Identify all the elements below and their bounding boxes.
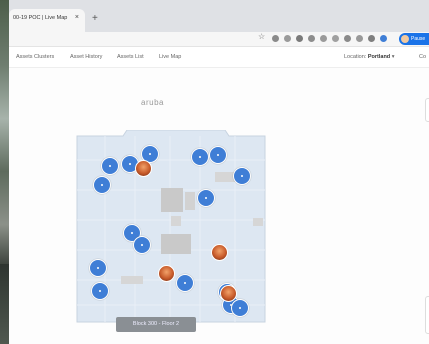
extension-icon[interactable] [332,35,339,42]
asset-marker[interactable] [101,157,119,175]
asset-marker[interactable] [133,236,151,254]
nav-assets-clusters[interactable]: Assets Clusters [16,54,54,60]
person-marker[interactable] [134,159,152,177]
tab-bar: 00-19 POC | Live Map × + [9,0,429,32]
nav-live-map[interactable]: Live Map [159,54,181,60]
person-marker[interactable] [219,284,237,302]
browser-window: 00-19 POC | Live Map × + ☆ Pause Assets … [9,0,429,344]
extension-icon[interactable] [272,35,279,42]
asset-marker[interactable] [91,282,109,300]
avatar [401,35,409,43]
asset-marker[interactable] [209,146,227,164]
asset-marker[interactable] [89,259,107,277]
tab-close-icon[interactable]: × [75,14,79,21]
person-marker[interactable] [157,264,175,282]
location-selector[interactable]: Location: Portland ▾ [344,54,394,60]
extension-icon[interactable] [356,35,363,42]
asset-marker[interactable] [191,148,209,166]
browser-toolbar: ☆ Pause [9,32,429,47]
tab-title: 00-19 POC | Live Map [13,15,68,21]
person-marker[interactable] [210,243,228,261]
extension-icon[interactable] [380,35,387,42]
extension-icon[interactable] [368,35,375,42]
profile-label: Pause [411,36,426,42]
bookmark-star-icon[interactable]: ☆ [258,32,265,41]
nav-assets-list[interactable]: Assets List [117,54,144,60]
nav-asset-history[interactable]: Asset History [70,54,102,60]
asset-marker[interactable] [93,176,111,194]
location-label: Location: [344,54,367,60]
extension-icon[interactable] [344,35,351,42]
extension-icon[interactable] [308,35,315,42]
extension-icon[interactable] [284,35,291,42]
profile-button[interactable]: Pause [399,33,429,45]
floor-label: Block 300 - Floor 2 [116,317,196,332]
panel-handle[interactable] [425,296,429,334]
new-tab-icon[interactable]: + [92,14,98,24]
asset-marker[interactable] [197,189,215,207]
panel-handle[interactable] [425,98,429,122]
extension-icon[interactable] [320,35,327,42]
location-value: Portland [367,54,391,60]
asset-marker[interactable] [176,274,194,292]
extension-icon[interactable] [296,35,303,42]
nav-overflow[interactable]: Co [419,54,426,60]
aruba-logo: aruba [141,98,164,107]
app-navigation: Assets Clusters Asset History Assets Lis… [9,47,429,68]
tab-live-map[interactable]: 00-19 POC | Live Map × [9,9,85,32]
asset-marker[interactable] [233,167,251,185]
asset-marker[interactable] [231,299,249,317]
